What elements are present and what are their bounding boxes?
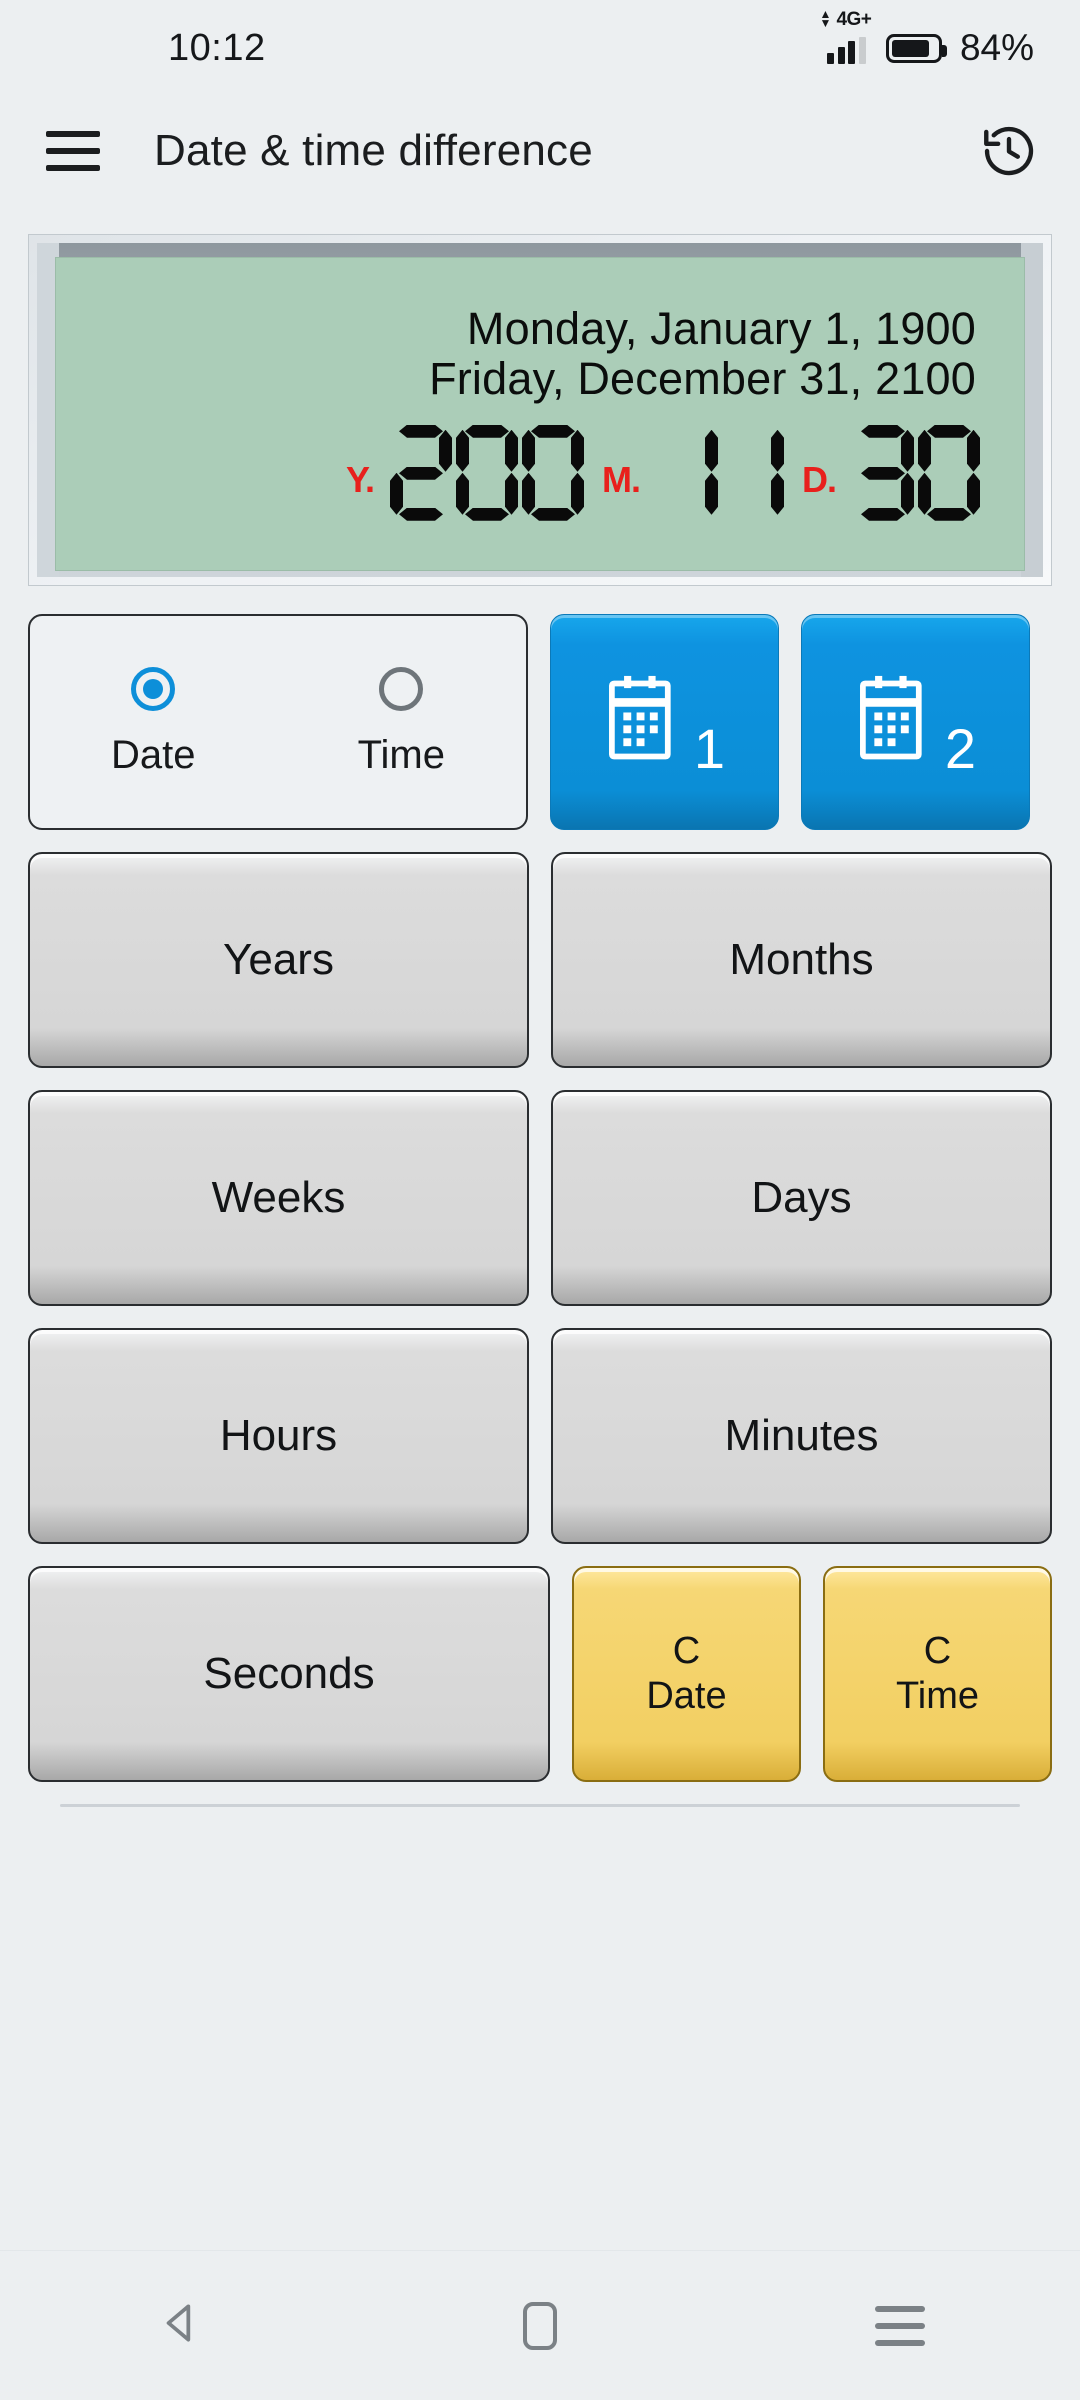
status-bar-clock: 10:12 xyxy=(168,26,266,69)
keypad-row-4: Seconds C Date C Time xyxy=(28,1566,1052,1782)
signal-bars-icon: ▲ ▼ 4G+ xyxy=(819,8,872,64)
calendar-icon xyxy=(855,670,941,775)
radio-option-date[interactable]: Date xyxy=(111,666,196,778)
clear-time-line2: Time xyxy=(895,1675,980,1717)
years-unit-label: Y. xyxy=(345,458,375,500)
months-button-label: Months xyxy=(729,935,874,984)
keypad-row-1: Years Months xyxy=(28,852,1052,1068)
lcd-display-panel: Monday, January 1, 1900 Friday, December… xyxy=(28,234,1052,586)
seven-segment-digit xyxy=(852,425,914,521)
minutes-button[interactable]: Minutes xyxy=(551,1328,1052,1544)
radio-date-label: Date xyxy=(111,732,196,777)
keypad-row-3: Hours Minutes xyxy=(28,1328,1052,1544)
seven-segment-digit xyxy=(656,425,718,521)
minutes-button-label: Minutes xyxy=(724,1411,879,1460)
clear-date-button[interactable]: C Date xyxy=(572,1566,801,1782)
hours-button-label: Hours xyxy=(219,1411,338,1460)
keypad-row-2: Weeks Days xyxy=(28,1090,1052,1306)
radio-time-label: Time xyxy=(357,732,445,777)
calendar-1-number: 1 xyxy=(693,717,726,780)
mode-selector: Date Time xyxy=(28,614,528,830)
years-button-label: Years xyxy=(223,935,334,984)
history-clock-icon[interactable] xyxy=(978,120,1040,182)
back-triangle-icon xyxy=(155,2298,205,2353)
battery-percent-label: 84% xyxy=(959,27,1034,68)
seven-segment-digit xyxy=(918,425,980,521)
status-bar-icons: ▲ ▼ 4G+ 84% xyxy=(819,8,1034,69)
network-plus-text: + xyxy=(860,9,872,30)
hours-button[interactable]: Hours xyxy=(28,1328,529,1544)
content-divider xyxy=(60,1804,1020,1807)
keypad: Date Time 1 2 Years Months Weeks Days Ho… xyxy=(0,586,1080,1807)
network-type-label: 4G+ xyxy=(836,9,871,31)
days-button-label: Days xyxy=(751,1173,852,1222)
clear-date-line1: C xyxy=(672,1630,701,1673)
lcd-date-lines: Monday, January 1, 1900 Friday, December… xyxy=(56,258,1024,405)
recents-lines-icon xyxy=(875,2305,925,2346)
seven-segment-digit xyxy=(722,425,784,521)
calendar-1-button[interactable]: 1 xyxy=(550,614,779,830)
seconds-button[interactable]: Seconds xyxy=(28,1566,550,1782)
radio-time-icon[interactable] xyxy=(379,666,424,711)
clear-date-line2: Date xyxy=(646,1675,727,1717)
home-square-icon xyxy=(523,2301,557,2350)
start-date-label: Monday, January 1, 1900 xyxy=(466,303,976,354)
mode-and-calendar-row: Date Time 1 2 xyxy=(28,614,1052,830)
months-button[interactable]: Months xyxy=(551,852,1052,1068)
months-digits xyxy=(656,425,784,521)
calendar-2-number: 2 xyxy=(944,717,977,780)
segment-readout: Y. M. D. xyxy=(56,405,1024,521)
months-unit-label: M. xyxy=(602,458,641,500)
signal-strength-bars xyxy=(827,37,866,64)
weeks-button-label: Weeks xyxy=(211,1173,346,1222)
nav-back-button[interactable] xyxy=(105,2276,255,2376)
battery-icon xyxy=(885,33,947,63)
lcd-screen: Monday, January 1, 1900 Friday, December… xyxy=(55,257,1025,571)
status-bar: 10:12 ▲ ▼ 4G+ 84% xyxy=(0,0,1080,96)
system-navigation-bar xyxy=(0,2250,1080,2400)
clear-time-line1: C xyxy=(923,1630,952,1673)
calendar-2-button[interactable]: 2 xyxy=(801,614,1030,830)
end-date-label: Friday, December 31, 2100 xyxy=(429,353,976,405)
data-transfer-arrows-icon: ▲ ▼ xyxy=(819,7,832,30)
weeks-button[interactable]: Weeks xyxy=(28,1090,529,1306)
hamburger-menu-icon[interactable] xyxy=(46,131,100,171)
network-type-text: 4G xyxy=(836,9,861,30)
days-digits xyxy=(852,425,980,521)
seven-segment-digit xyxy=(456,425,518,521)
radio-option-time[interactable]: Time xyxy=(357,666,445,778)
years-button[interactable]: Years xyxy=(28,852,529,1068)
app-bar: Date & time difference xyxy=(0,96,1080,206)
clear-time-button[interactable]: C Time xyxy=(823,1566,1052,1782)
radio-date-icon[interactable] xyxy=(131,666,176,711)
seven-segment-digit xyxy=(390,425,452,521)
nav-recents-button[interactable] xyxy=(825,2276,975,2376)
years-digits xyxy=(390,425,584,521)
page-title: Date & time difference xyxy=(154,126,593,175)
days-unit-label: D. xyxy=(802,458,837,500)
days-button[interactable]: Days xyxy=(551,1090,1052,1306)
calendar-icon xyxy=(604,670,690,775)
seconds-button-label: Seconds xyxy=(203,1649,375,1698)
seven-segment-digit xyxy=(522,425,584,521)
nav-home-button[interactable] xyxy=(465,2276,615,2376)
